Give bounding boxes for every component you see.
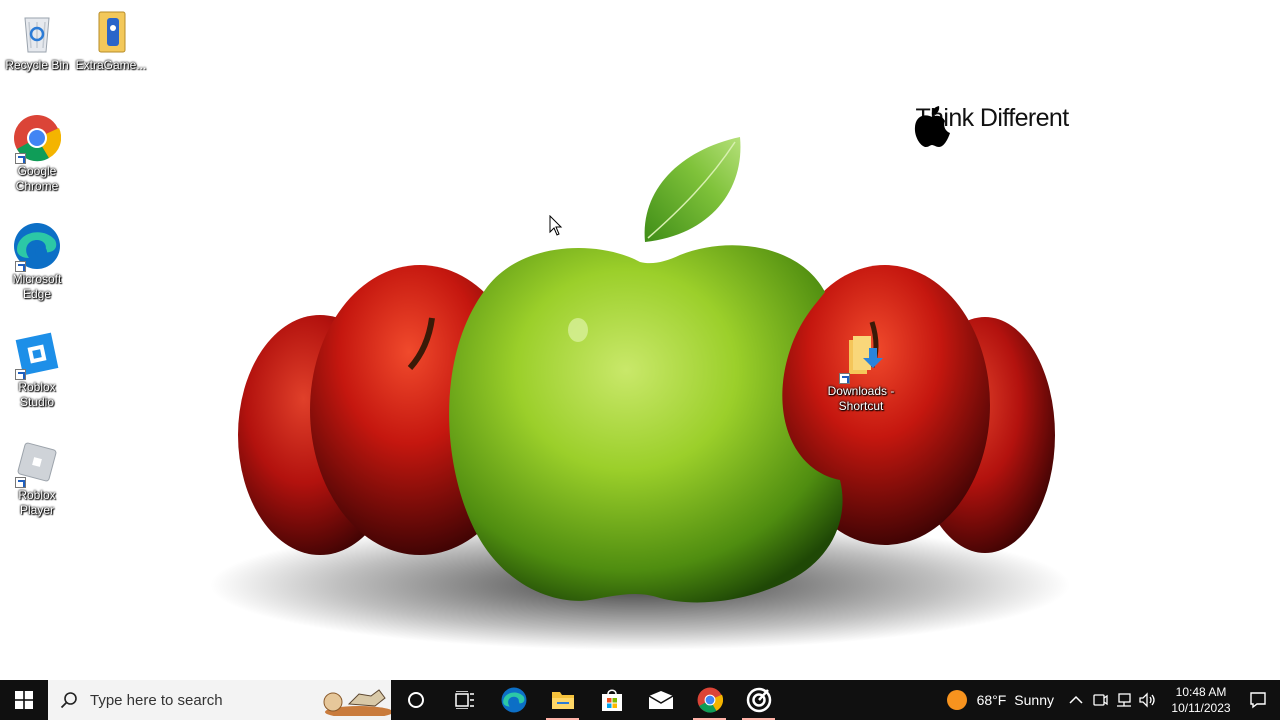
task-view-button[interactable] bbox=[440, 680, 489, 720]
edge-icon bbox=[501, 687, 526, 713]
weather-condition: Sunny bbox=[1014, 692, 1054, 708]
mouse-cursor-icon bbox=[549, 215, 563, 236]
desktop-icon-label: Downloads - Shortcut bbox=[827, 384, 895, 413]
recycle-bin-icon bbox=[13, 8, 61, 56]
show-hidden-icons-button[interactable] bbox=[1064, 680, 1088, 720]
cortana-icon bbox=[407, 692, 424, 708]
clock-time: 10:48 AM bbox=[1175, 685, 1227, 699]
desktop-icon-extragame[interactable]: ExtraGame... bbox=[74, 8, 148, 73]
weather-temperature: 68°F bbox=[976, 692, 1007, 708]
shortcut-arrow-icon bbox=[15, 153, 26, 164]
edge-icon bbox=[13, 222, 61, 272]
shortcut-arrow-icon bbox=[839, 373, 850, 384]
apple-logo-icon bbox=[914, 106, 950, 147]
taskbar-microsoft-store[interactable] bbox=[587, 680, 636, 720]
desktop-icon-label: ExtraGame... bbox=[75, 58, 147, 72]
desktop-icon-recycle-bin[interactable]: Recycle Bin bbox=[0, 8, 74, 73]
network-icon bbox=[1117, 693, 1131, 707]
mail-icon bbox=[648, 691, 673, 709]
taskbar-search-box[interactable]: Type here to search bbox=[48, 680, 391, 720]
clock-date: 10/11/2023 bbox=[1171, 701, 1231, 715]
start-button[interactable] bbox=[0, 680, 48, 720]
volume-button[interactable] bbox=[1136, 680, 1160, 720]
taskbar-chrome[interactable] bbox=[685, 680, 734, 720]
desktop-icon-roblox-player[interactable]: Roblox Player bbox=[0, 438, 74, 518]
cortana-button[interactable] bbox=[391, 680, 440, 720]
shortcut-arrow-icon bbox=[15, 477, 26, 488]
sun-icon bbox=[946, 690, 967, 710]
desktop-icon-label: Recycle Bin bbox=[5, 58, 69, 72]
speaker-icon bbox=[1139, 692, 1155, 708]
desktop-icon-label: Microsoft Edge bbox=[12, 272, 62, 301]
task-view-icon bbox=[454, 691, 474, 709]
desktop-icon-label: Roblox Studio bbox=[18, 380, 56, 409]
roblox-player-icon bbox=[13, 438, 61, 488]
desktop-icon-roblox-studio[interactable]: Roblox Studio bbox=[0, 330, 74, 410]
system-tray: 68°F Sunny 10:48 AM 10/11/2023 bbox=[946, 680, 1280, 720]
taskbar: Type here to search 68°F Sunny 10:48 AM … bbox=[0, 680, 1280, 720]
taskbar-clock[interactable]: 10:48 AM 10/11/2023 bbox=[1166, 684, 1236, 716]
meet-now-button[interactable] bbox=[1088, 680, 1112, 720]
taskbar-file-explorer[interactable] bbox=[538, 680, 587, 720]
chevron-up-icon bbox=[1069, 695, 1083, 704]
meet-now-icon bbox=[1093, 694, 1108, 706]
search-icon bbox=[60, 692, 77, 709]
shortcut-arrow-icon bbox=[15, 261, 26, 272]
chrome-icon bbox=[13, 114, 62, 164]
target-app-icon bbox=[746, 687, 771, 713]
apples-artwork bbox=[210, 137, 1070, 650]
roblox-studio-icon bbox=[13, 330, 61, 380]
microsoft-store-icon bbox=[601, 689, 622, 711]
chrome-icon bbox=[697, 687, 723, 713]
notification-icon bbox=[1250, 692, 1266, 709]
desktop-icon-microsoft-edge[interactable]: Microsoft Edge bbox=[0, 222, 74, 302]
taskbar-target-app[interactable] bbox=[734, 680, 783, 720]
shortcut-arrow-icon bbox=[15, 369, 26, 380]
taskbar-mail[interactable] bbox=[636, 680, 685, 720]
weather-widget[interactable]: 68°F Sunny bbox=[946, 690, 1054, 710]
desktop-icon-google-chrome[interactable]: Google Chrome bbox=[0, 114, 74, 194]
search-placeholder: Type here to search bbox=[90, 691, 223, 709]
desktop-icon-label: Google Chrome bbox=[15, 164, 59, 193]
downloads-folder-icon bbox=[837, 334, 885, 384]
game-file-icon bbox=[87, 8, 135, 56]
taskbar-edge[interactable] bbox=[489, 680, 538, 720]
search-highlight-image bbox=[323, 689, 391, 716]
think-different-logo: Think Different bbox=[912, 102, 1072, 147]
file-explorer-icon bbox=[551, 692, 574, 709]
desktop-icon-label: Roblox Player bbox=[18, 488, 56, 517]
desktop-icon-downloads-shortcut[interactable]: Downloads - Shortcut bbox=[824, 334, 898, 414]
windows-start-icon bbox=[15, 691, 33, 709]
action-center-button[interactable] bbox=[1236, 680, 1280, 720]
network-button[interactable] bbox=[1112, 680, 1136, 720]
desktop-wallpaper: Think Different bbox=[0, 0, 1280, 680]
